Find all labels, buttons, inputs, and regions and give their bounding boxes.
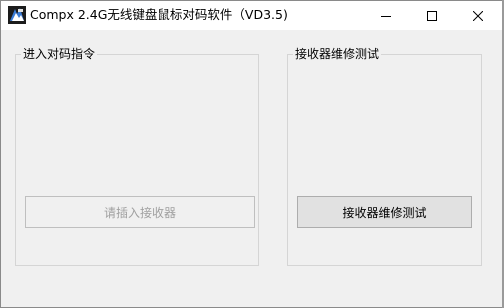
app-window: Compx 2.4G无线键盘鼠标对码软件（VD3.5) 进入对码指令 请插入接收… [0,0,504,308]
close-button[interactable] [455,1,501,30]
receiver-repair-test-button[interactable]: 接收器维修测试 [297,196,472,228]
minimize-button[interactable] [363,1,409,30]
maximize-button[interactable] [409,1,455,30]
minimize-icon [381,6,391,25]
app-logo-icon [8,6,26,24]
window-title: Compx 2.4G无线键盘鼠标对码软件（VD3.5) [30,7,288,22]
pairing-group-label: 进入对码指令 [21,47,98,62]
repair-group-label: 接收器维修测试 [293,47,382,62]
repair-groupbox: 接收器维修测试 接收器维修测试 [287,47,482,266]
title-bar[interactable]: Compx 2.4G无线键盘鼠标对码软件（VD3.5) [1,1,503,30]
maximize-icon [427,6,437,25]
insert-receiver-button[interactable]: 请插入接收器 [25,196,255,228]
close-icon [472,6,484,25]
pairing-groupbox: 进入对码指令 请插入接收器 [15,47,259,266]
